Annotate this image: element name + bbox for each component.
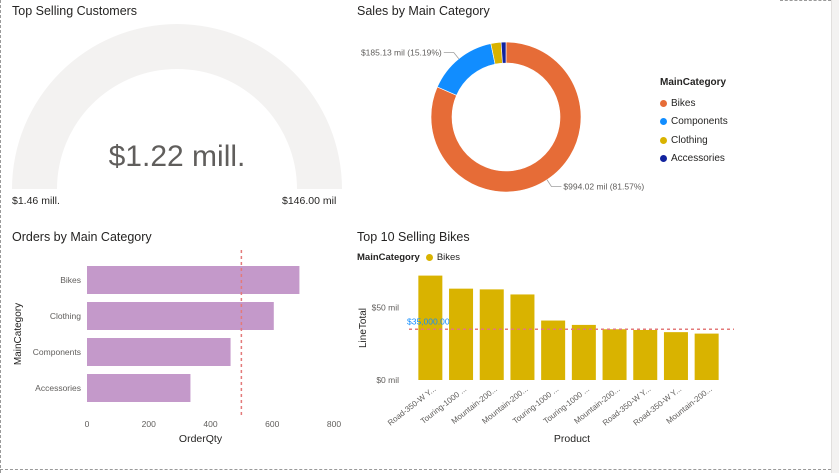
bar-accessories <box>87 374 191 402</box>
y-axis-title: LineTotal <box>358 308 369 348</box>
bike-bar <box>479 289 504 380</box>
bike-bar <box>633 329 658 380</box>
reference-line-label: $35,000.00 <box>407 316 450 326</box>
x-tick-label: 400 <box>203 419 217 429</box>
bike-bar <box>449 288 474 380</box>
bike-bar <box>418 275 443 380</box>
x-tick-label: 600 <box>265 419 279 429</box>
category-label: Components <box>33 347 81 357</box>
donut-legend-title: MainCategory <box>660 77 727 88</box>
donut-leader-line <box>443 52 460 59</box>
donut-visual[interactable]: Sales by Main Category $185.13 mil (15.1… <box>357 4 827 214</box>
x-tick-label: 800 <box>327 419 341 429</box>
gauge-max-label: $146.00 mil <box>282 195 337 207</box>
legend-label: Components <box>671 116 728 128</box>
page-bottom-edge <box>0 469 831 471</box>
bike-bar <box>602 329 627 380</box>
bike-bar <box>694 333 719 380</box>
donut-leader-line <box>546 179 562 187</box>
page-top-edge <box>780 0 831 2</box>
orders-bar-chart: Bikes Clothing Components Accessories 0 200 40… <box>13 250 341 445</box>
gauge-chart <box>12 24 342 190</box>
x-tick-label: 0 <box>85 419 90 429</box>
orders-bar-visual[interactable]: Orders by Main Category Bikes Clothing Com… <box>12 230 347 450</box>
donut-legend-item[interactable]: Clothing <box>660 131 728 150</box>
x-tick-label: 200 <box>142 419 156 429</box>
donut-legend-item[interactable]: Accessories <box>660 150 728 169</box>
donut-data-label: $994.02 mil (81.57%) <box>563 181 644 191</box>
donut-slice-components <box>436 43 496 96</box>
bar-components <box>87 338 231 366</box>
bike-bar <box>571 324 596 380</box>
bike-bar <box>663 332 688 380</box>
y-axis-title: MainCategory <box>13 303 24 365</box>
legend-dot <box>660 118 667 126</box>
legend-label: Clothing <box>671 134 708 146</box>
gauge-min-label: $1.46 mill. <box>12 195 60 207</box>
bar-bikes <box>87 266 300 294</box>
donut-data-label: $185.13 mil (15.19%) <box>361 48 442 58</box>
page-left-edge <box>0 0 2 473</box>
gauge-value: $1.22 mill. <box>108 140 246 173</box>
y-tick-label: $0 mil <box>376 375 399 385</box>
category-label: Clothing <box>50 311 81 321</box>
bikes-bar-visual[interactable]: Top 10 Selling Bikes MainCategory Bikes … <box>357 230 827 450</box>
donut-chart: $185.13 mil (15.19%) $994.02 mil (81.57%) <box>361 41 644 193</box>
legend-label: Bikes <box>671 97 696 109</box>
bar-clothing <box>87 302 274 330</box>
donut-legend-item[interactable]: Bikes <box>660 94 728 113</box>
y-tick-label: $50 mil <box>372 303 400 313</box>
category-label: Bikes <box>60 275 81 285</box>
x-axis-title: Product <box>554 433 590 445</box>
legend-dot <box>660 136 667 144</box>
legend-dot <box>660 99 667 107</box>
donut-legend: MainCategory Bikes Components Clothing Acce… <box>660 77 728 168</box>
donut-legend-item[interactable]: Components <box>660 113 728 132</box>
x-axis-title: OrderQty <box>179 433 223 445</box>
bikes-bar-chart: Road-350-W Y...Touring-1000 ...Mountain-… <box>358 275 734 445</box>
legend-dot <box>660 155 667 163</box>
legend-label: Accessories <box>671 153 725 165</box>
page-scrollbar[interactable] <box>831 0 839 473</box>
bike-bar <box>510 294 535 380</box>
category-label: Accessories <box>35 383 81 393</box>
gauge-visual[interactable]: Top Selling Customers $1.22 mill. $1.46 … <box>12 4 347 214</box>
